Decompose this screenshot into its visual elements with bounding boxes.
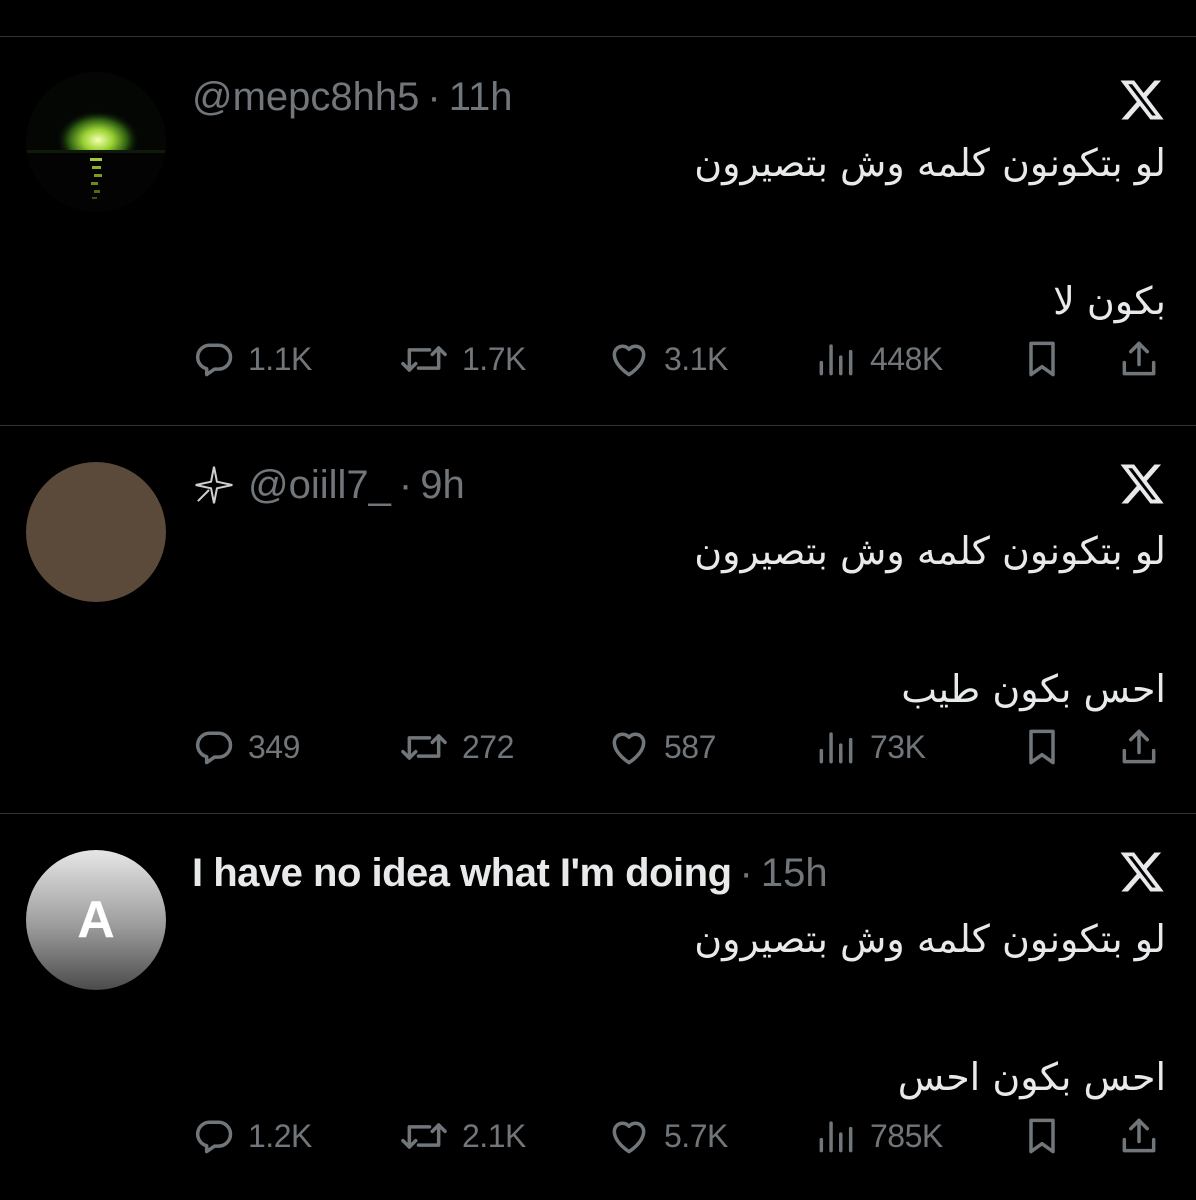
tweet-text: لو بتكونون كلمه وش بتصيرون بكون لا	[266, 140, 1166, 324]
reply-count: 1.2K	[248, 1117, 312, 1154]
x-logo-icon	[1120, 852, 1164, 892]
tweet-text-line: لو بتكونون كلمه وش بتصيرون	[694, 917, 1166, 961]
like-icon	[606, 1114, 652, 1158]
repost-count: 1.7K	[462, 340, 526, 377]
reply-count: 1.1K	[248, 340, 312, 377]
reply-count: 349	[248, 728, 300, 765]
views-button[interactable]: 448K	[814, 334, 943, 384]
timestamp[interactable]: 9h	[420, 463, 465, 508]
tweet-text-line: احس بكون احس	[897, 1055, 1166, 1099]
views-count: 448K	[870, 340, 943, 377]
bookmark-icon	[1020, 725, 1064, 769]
views-button[interactable]: 785K	[814, 1111, 943, 1161]
user-handle[interactable]: @oiill7_	[248, 463, 391, 508]
tweet-text-line: بكون لا	[1053, 279, 1166, 323]
reply-icon	[192, 1114, 236, 1158]
tweet-header: @oiill7_ · 9h	[192, 460, 465, 510]
share-icon	[1116, 337, 1162, 381]
separator-dot: ·	[739, 850, 753, 895]
separator-dot: ·	[427, 74, 441, 119]
repost-button[interactable]: 1.7K	[398, 334, 526, 384]
share-button[interactable]	[1116, 1111, 1162, 1161]
bookmark-button[interactable]	[1020, 722, 1064, 772]
avatar[interactable]	[26, 462, 166, 602]
reply-icon	[192, 725, 236, 769]
reply-icon	[192, 337, 236, 381]
share-button[interactable]	[1116, 722, 1162, 772]
reply-button[interactable]: 1.1K	[192, 334, 312, 384]
top-divider	[0, 36, 1196, 37]
like-count: 5.7K	[664, 1117, 728, 1154]
like-icon	[606, 337, 652, 381]
star-icon	[192, 463, 236, 507]
repost-count: 2.1K	[462, 1117, 526, 1154]
tweet-divider	[0, 425, 1196, 426]
repost-count: 272	[462, 728, 514, 765]
sea-night-icon	[26, 72, 166, 212]
like-button[interactable]: 5.7K	[606, 1111, 728, 1161]
tweet-text: لو بتكونون كلمه وش بتصيرون احس بكون احس	[266, 916, 1166, 1100]
tweet-text-line: احس بكون طيب	[901, 667, 1166, 711]
views-icon	[814, 725, 858, 769]
like-icon	[606, 725, 652, 769]
timestamp[interactable]: 11h	[449, 75, 513, 120]
avatar[interactable]: A	[26, 850, 166, 990]
tweet-header: @mepc8hh5 · 11h	[192, 72, 513, 122]
reply-button[interactable]: 1.2K	[192, 1111, 312, 1161]
bookmark-button[interactable]	[1020, 1111, 1064, 1161]
repost-button[interactable]: 272	[398, 722, 514, 772]
avatar-letter: A	[77, 891, 115, 949]
views-count: 785K	[870, 1117, 943, 1154]
timestamp[interactable]: 15h	[761, 851, 828, 896]
action-bar: 1.2K 2.1K 5.7K 785K	[192, 1111, 1167, 1161]
tweet-text-line: لو بتكونون كلمه وش بتصيرون	[694, 529, 1166, 573]
repost-icon	[398, 725, 450, 769]
repost-icon	[398, 337, 450, 381]
tweet-text: لو بتكونون كلمه وش بتصيرون احس بكون طيب	[266, 528, 1166, 712]
views-icon	[814, 1114, 858, 1158]
share-icon	[1116, 725, 1162, 769]
action-bar: 349 272 587 73K	[192, 722, 1167, 772]
separator-dot: ·	[398, 462, 413, 507]
repost-button[interactable]: 2.1K	[398, 1111, 526, 1161]
tweet-header: I have no idea what I'm doing · 15h	[192, 848, 828, 898]
share-button[interactable]	[1116, 334, 1162, 384]
like-count: 3.1K	[664, 340, 728, 377]
action-bar: 1.1K 1.7K 3.1K 448K	[192, 334, 1167, 384]
like-count: 587	[664, 728, 716, 765]
views-button[interactable]: 73K	[814, 722, 926, 772]
tweet-divider	[0, 813, 1196, 814]
bookmark-icon	[1020, 1114, 1064, 1158]
like-button[interactable]: 3.1K	[606, 334, 728, 384]
bookmark-icon	[1020, 337, 1064, 381]
x-logo-icon	[1120, 464, 1164, 504]
avatar[interactable]	[26, 72, 166, 212]
user-handle[interactable]: @mepc8hh5	[192, 75, 419, 120]
views-count: 73K	[870, 728, 926, 765]
reply-button[interactable]: 349	[192, 722, 300, 772]
x-logo-icon	[1120, 80, 1164, 120]
repost-icon	[398, 1114, 450, 1158]
display-name[interactable]: I have no idea what I'm doing	[192, 851, 732, 896]
like-button[interactable]: 587	[606, 722, 716, 772]
views-icon	[814, 337, 858, 381]
bookmark-button[interactable]	[1020, 334, 1064, 384]
share-icon	[1116, 1114, 1162, 1158]
tweet-text-line: لو بتكونون كلمه وش بتصيرون	[694, 141, 1166, 185]
